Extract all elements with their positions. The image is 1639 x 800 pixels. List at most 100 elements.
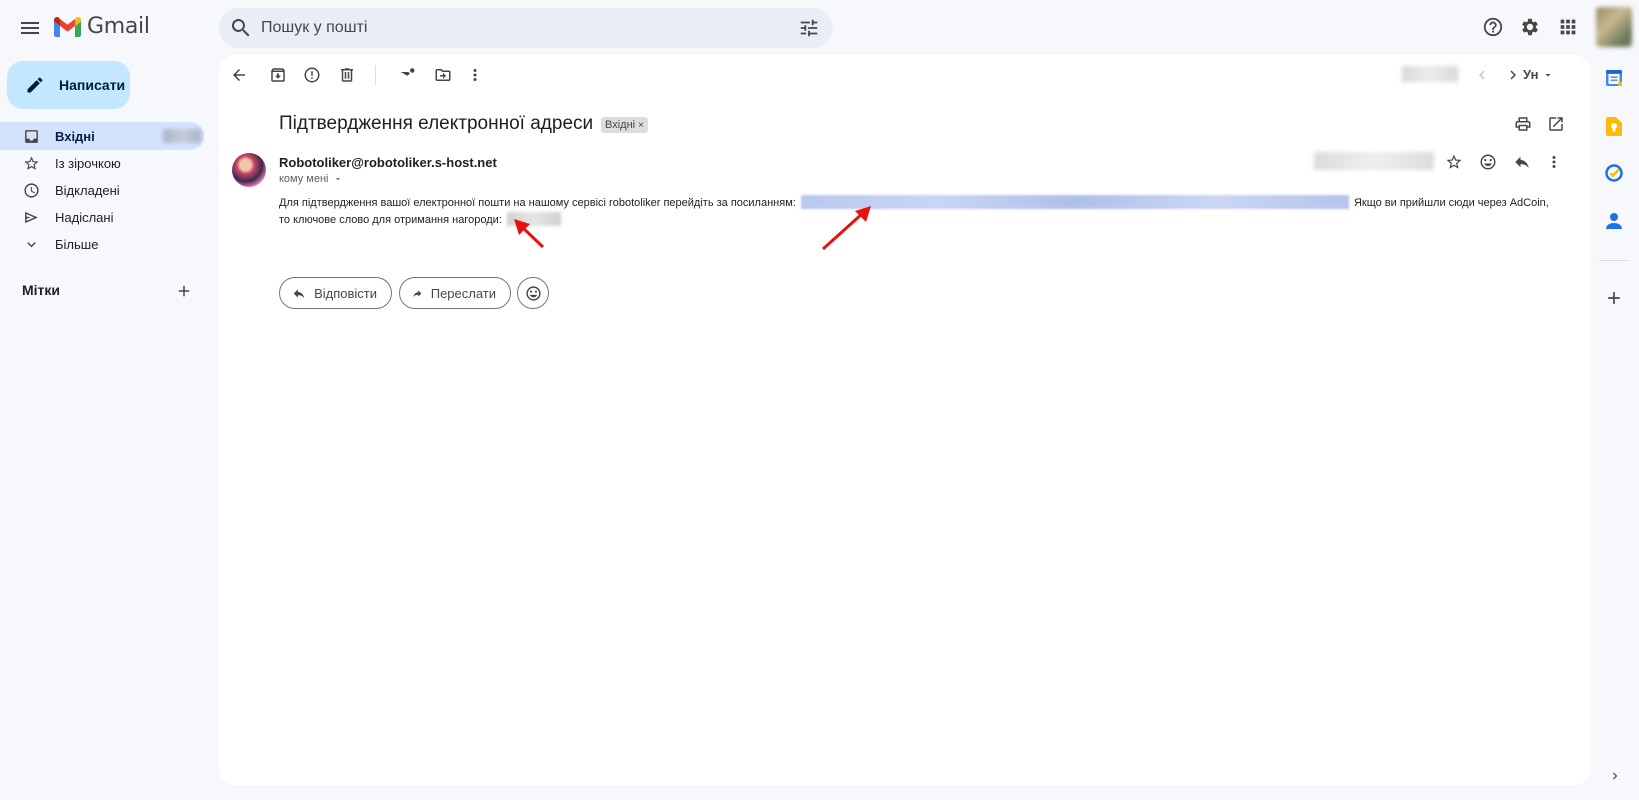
arrow-back-icon: [233, 69, 245, 81]
contacts-app-button[interactable]: [1603, 210, 1625, 232]
body-text-1: Для підтвердження вашої електронної пошт…: [279, 197, 796, 209]
chip-label: Вхідні: [605, 119, 636, 131]
recipient-details-toggle[interactable]: кому мені: [279, 173, 343, 185]
calendar-icon: [1606, 70, 1622, 86]
open-new-window-button[interactable]: [1536, 104, 1576, 144]
sidebar-item-sent[interactable]: Надіслані: [0, 203, 204, 231]
chevron-right-icon: [1510, 70, 1516, 80]
body-text-2: Якщо ви прийшли сюди через AdCoin,: [1353, 197, 1549, 209]
chevron-left-icon: [1479, 70, 1485, 80]
app-title: Gmail: [87, 14, 150, 39]
side-panel-divider: [1599, 260, 1629, 261]
more-vert-icon: [473, 69, 477, 81]
more-options-button[interactable]: [455, 55, 495, 95]
apps-grid-icon: [1560, 19, 1576, 35]
emoji-reaction-button[interactable]: [517, 277, 549, 309]
sidebar-item-more[interactable]: Більше: [0, 230, 204, 258]
tune-icon: [800, 19, 818, 37]
clock-icon: [24, 182, 39, 198]
archive-icon: [271, 68, 285, 82]
settings-button[interactable]: [1510, 7, 1550, 47]
star-icon: [1446, 154, 1462, 169]
report-icon: [304, 67, 320, 83]
reply-icon: [293, 288, 305, 298]
apps-button[interactable]: [1548, 7, 1588, 47]
confirmation-link[interactable]: [800, 195, 1349, 209]
pagination-count: [1402, 66, 1458, 82]
inbox-label-chip[interactable]: Вхідні ×: [601, 117, 648, 133]
sidebar-item-inbox[interactable]: Вхідні: [0, 122, 204, 150]
help-button[interactable]: [1473, 7, 1513, 47]
sender-avatar[interactable]: [232, 153, 266, 187]
sidebar-item-starred[interactable]: Із зірочкою: [0, 149, 204, 177]
get-addons-button[interactable]: [1603, 287, 1625, 309]
folder-move-icon: [435, 69, 451, 81]
search-input[interactable]: [261, 19, 789, 37]
body-text-3: то ключове слово для отримання нагороди:: [279, 214, 502, 226]
search-icon[interactable]: [229, 16, 253, 40]
message-more-button[interactable]: [1534, 142, 1574, 182]
send-icon: [25, 211, 38, 223]
sidebar-item-label: Вхідні: [55, 128, 95, 144]
plus-icon: [178, 285, 190, 297]
contacts-person-icon: [1606, 213, 1622, 229]
forward-action-button[interactable]: Переслати: [399, 277, 511, 309]
caret-down-icon: [335, 178, 340, 181]
mark-unread-button[interactable]: [387, 55, 427, 95]
gmail-logo[interactable]: Gmail: [54, 14, 150, 39]
calendar-app-button[interactable]: [1603, 67, 1625, 89]
forward-label: Переслати: [430, 285, 496, 301]
star-icon: [24, 155, 39, 170]
gear-icon: [1522, 18, 1538, 36]
report-spam-button[interactable]: [292, 55, 332, 95]
emoji-icon: [1480, 154, 1496, 170]
message-view: Ун Підтвердження електронної адреси Вхід…: [219, 55, 1590, 785]
emoji-icon: [525, 285, 541, 301]
pencil-icon: [27, 77, 43, 93]
sidebar-item-label: Відкладені: [55, 182, 120, 198]
compose-button[interactable]: Написати: [7, 61, 130, 109]
main-menu-button[interactable]: [10, 8, 50, 48]
print-icon: [1515, 117, 1531, 131]
reply-icon: [1515, 156, 1529, 168]
chevron-down-icon: [27, 241, 36, 247]
sender-email[interactable]: Robotoliker@robotoliker.s-host.net: [279, 155, 497, 170]
annotation-arrow-link: [821, 206, 871, 251]
message-timestamp: [1314, 152, 1434, 170]
open-in-new-icon: [1549, 117, 1563, 131]
sidebar-item-label: Більше: [55, 236, 99, 252]
toolbar-divider: [375, 65, 376, 85]
forward-icon: [413, 289, 422, 297]
search-bar[interactable]: [219, 8, 833, 48]
language-label: Ун: [1523, 67, 1539, 82]
reply-action-button[interactable]: Відповісти: [279, 277, 392, 309]
hamburger-icon: [21, 22, 39, 34]
chevron-right-icon: [1613, 772, 1618, 780]
caret-down-icon: [1545, 73, 1551, 76]
mark-email-unread-icon: [401, 68, 415, 80]
unread-count: [163, 129, 201, 143]
gmail-m-icon: [54, 16, 81, 37]
message-body: Для підтвердження вашої електронної пошт…: [279, 195, 1579, 229]
more-vert-icon: [1552, 156, 1556, 168]
help-icon: [1483, 17, 1503, 37]
create-label-button[interactable]: [173, 280, 195, 302]
account-avatar[interactable]: [1596, 7, 1632, 47]
sidebar-item-snoozed[interactable]: Відкладені: [0, 176, 204, 204]
input-tools-button[interactable]: Ун: [1523, 67, 1554, 82]
to-label: кому мені: [279, 173, 329, 185]
search-options-button[interactable]: [789, 8, 829, 48]
remove-label-button[interactable]: ×: [638, 120, 644, 131]
keep-bulb-icon: [1606, 116, 1622, 136]
sidebar-item-label: Надіслані: [55, 209, 114, 225]
delete-button[interactable]: [327, 55, 367, 95]
tasks-check-icon: [1605, 164, 1623, 182]
annotation-arrow-keyword: [514, 219, 545, 249]
message-subject: Підтвердження електронної адреси: [279, 113, 594, 134]
show-side-panel-button[interactable]: [1604, 765, 1626, 787]
tasks-app-button[interactable]: [1603, 162, 1625, 184]
back-button[interactable]: [219, 55, 259, 95]
compose-label: Написати: [59, 77, 126, 93]
labels-heading: Мітки: [22, 282, 61, 298]
keep-app-button[interactable]: [1603, 115, 1625, 137]
